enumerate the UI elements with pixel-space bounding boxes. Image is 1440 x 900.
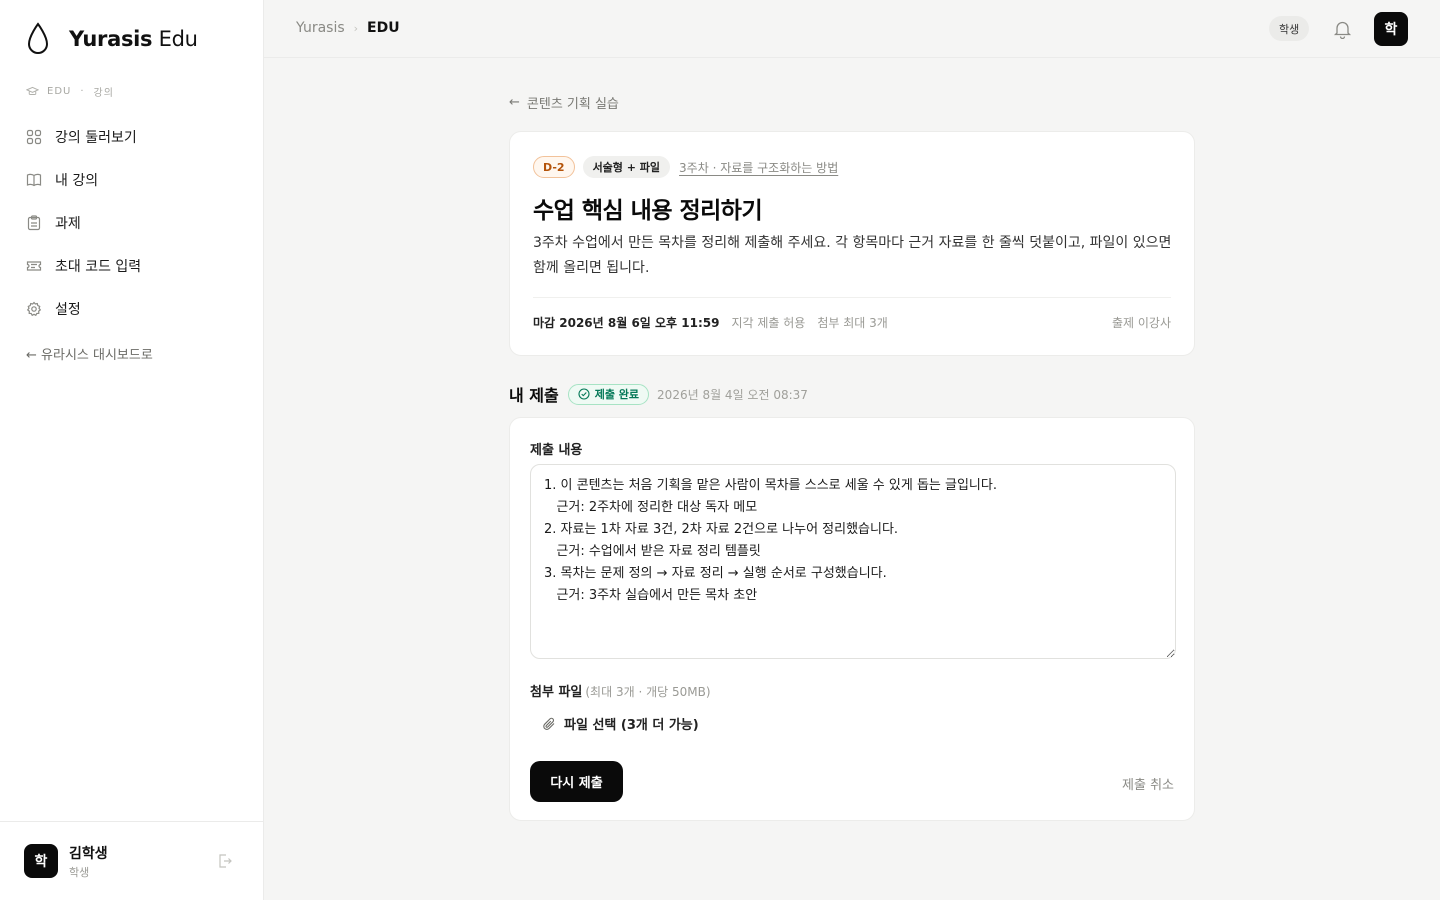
submission-title: 내 제출 bbox=[509, 386, 559, 405]
type-badge: 서술형 + 파일 bbox=[582, 156, 671, 178]
attachment-label: 첨부 파일 (최대 3개 · 개당 50MB) bbox=[530, 681, 711, 700]
clipboard-icon bbox=[27, 214, 41, 230]
submission-header: 내 제출 제출 완료 2026년 8월 4일 오전 08:37 bbox=[509, 382, 808, 406]
sidebar-item-label: 강의 둘러보기 bbox=[55, 129, 137, 146]
cancel-submission-button[interactable]: 제출 취소 bbox=[1122, 774, 1174, 793]
breadcrumb-root[interactable]: Yurasis bbox=[296, 20, 345, 36]
sidebar-item-my-courses[interactable]: 내 강의 bbox=[26, 158, 141, 201]
sidebar-item-label: 과제 bbox=[55, 215, 81, 232]
user-profile: 학 김학생 학생 bbox=[0, 821, 263, 900]
context-dot: · bbox=[80, 86, 85, 97]
sidebar: Yurasis Edu EDU · 강의 강의 둘러보기 내 강의 과제 초대 … bbox=[0, 0, 264, 900]
file-select-label: 파일 선택 (3개 더 가능) bbox=[564, 718, 699, 733]
avatar[interactable]: 학 bbox=[24, 844, 58, 878]
content-label: 제출 내용 bbox=[530, 443, 583, 458]
sidebar-item-label: 내 강의 bbox=[55, 172, 99, 189]
assignment-meta: 마감 2026년 8월 6일 오후 11:59 지각 제출 허용 첨부 최대 3… bbox=[533, 314, 888, 331]
top-bar: Yurasis › EDU 학생 학 bbox=[264, 0, 1440, 58]
dday-badge: D-2 bbox=[533, 156, 575, 178]
resubmit-button[interactable]: 다시 제출 bbox=[530, 761, 623, 802]
context-lecture: 강의 bbox=[93, 88, 114, 99]
bell-icon[interactable] bbox=[1333, 19, 1352, 39]
assignment-description: 3주차 수업에서 만든 목차를 정리해 제출해 주세요. 각 항목마다 근거 자… bbox=[533, 235, 1172, 276]
drop-icon bbox=[27, 22, 49, 54]
logo[interactable]: Yurasis Edu bbox=[26, 22, 198, 56]
breadcrumb-current: EDU bbox=[367, 20, 400, 36]
paperclip-icon bbox=[543, 717, 555, 730]
user-role: 학생 bbox=[69, 865, 90, 879]
logout-icon[interactable] bbox=[217, 853, 233, 869]
gear-icon bbox=[26, 301, 42, 316]
brand-name: Yurasis Edu bbox=[69, 27, 198, 51]
back-to-dashboard-link[interactable]: ← 유라시스 대시보드로 bbox=[26, 344, 153, 363]
user-info: 김학생 학생 bbox=[69, 843, 108, 880]
submission-card: 제출 내용 1. 이 콘텐츠는 처음 기획을 맡은 사람이 목차를 스스로 세울… bbox=[509, 417, 1195, 821]
sidebar-item-label: 설정 bbox=[55, 301, 81, 318]
sidebar-item-assignments[interactable]: 과제 bbox=[26, 201, 141, 244]
sidebar-nav: 강의 둘러보기 내 강의 과제 초대 코드 입력 설정 bbox=[26, 115, 141, 330]
sidebar-item-label: 초대 코드 입력 bbox=[55, 258, 142, 275]
assignment-card: D-2 서술형 + 파일 3주차 · 자료를 구조화하는 방법 수업 핵심 내용… bbox=[509, 131, 1195, 356]
user-name: 김학생 bbox=[69, 845, 108, 862]
file-select-button[interactable]: 파일 선택 (3개 더 가능) bbox=[542, 714, 699, 733]
sidebar-item-settings[interactable]: 설정 bbox=[26, 287, 141, 330]
back-to-course-link[interactable]: ← 콘텐츠 기획 실습 bbox=[509, 93, 619, 112]
role-badge: 학생 bbox=[1269, 16, 1310, 41]
cap-icon bbox=[26, 86, 39, 96]
divider bbox=[533, 297, 1171, 298]
assignment-tags: D-2 서술형 + 파일 3주차 · 자료를 구조화하는 방법 bbox=[533, 156, 838, 178]
grid-icon bbox=[26, 129, 42, 144]
status-label: 제출 완료 bbox=[594, 388, 640, 401]
submitted-at: 2026년 8월 4일 오전 08:37 bbox=[657, 387, 808, 402]
section-context: EDU · 강의 bbox=[26, 84, 114, 99]
submission-content-textarea[interactable]: 1. 이 콘텐츠는 처음 기획을 맡은 사람이 목차를 스스로 세울 수 있게 … bbox=[530, 464, 1176, 659]
week-link[interactable]: 3주차 · 자료를 구조화하는 방법 bbox=[679, 159, 838, 176]
context-edu: EDU bbox=[47, 86, 72, 97]
page-title: 수업 핵심 내용 정리하기 bbox=[533, 198, 763, 224]
check-circle-icon bbox=[578, 388, 590, 400]
sidebar-item-browse[interactable]: 강의 둘러보기 bbox=[26, 115, 141, 158]
deadline: 마감 2026년 8월 6일 오후 11:59 bbox=[533, 316, 720, 330]
back-course-label: 콘텐츠 기획 실습 bbox=[526, 97, 619, 112]
late-policy: 지각 제출 허용 bbox=[731, 316, 806, 330]
sidebar-item-invite-code[interactable]: 초대 코드 입력 bbox=[26, 244, 141, 287]
attachment-label-text: 첨부 파일 bbox=[530, 685, 583, 700]
book-icon bbox=[26, 173, 42, 186]
attachment-hint: (최대 3개 · 개당 50MB) bbox=[585, 685, 711, 699]
author: 출제 이강사 bbox=[1111, 316, 1171, 330]
status-badge: 제출 완료 bbox=[567, 383, 650, 405]
arrow-left-icon: ← bbox=[509, 95, 520, 110]
breadcrumb: Yurasis › EDU bbox=[296, 20, 400, 36]
breadcrumb-separator: › bbox=[353, 21, 359, 35]
attach-limit: 첨부 최대 3개 bbox=[817, 316, 888, 330]
ticket-icon bbox=[26, 260, 42, 271]
avatar[interactable]: 학 bbox=[1374, 12, 1408, 46]
